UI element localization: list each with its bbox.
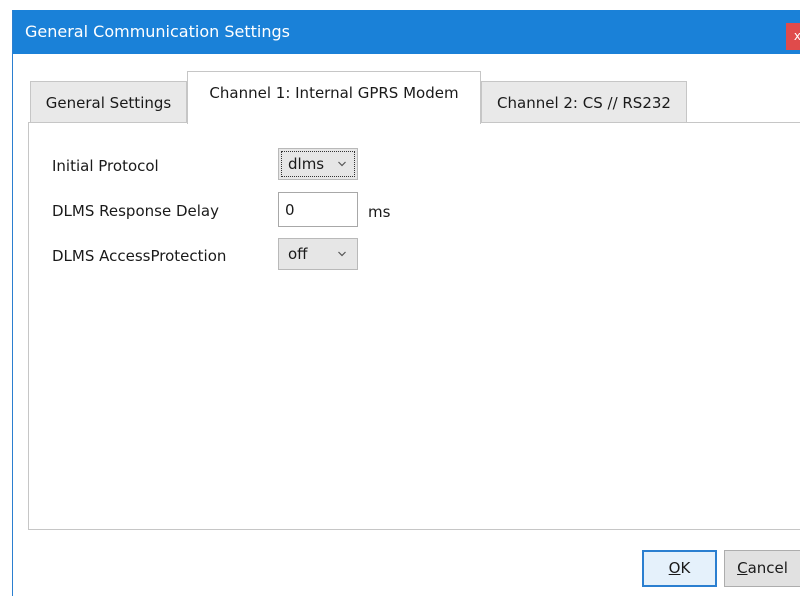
tab-label: General Settings [45, 94, 172, 112]
cancel-accelerator: C [737, 559, 748, 577]
chevron-down-icon [338, 251, 346, 257]
cancel-label: ancel [747, 559, 788, 577]
initial-protocol-label: Initial Protocol [52, 157, 159, 175]
tab-strip: General Settings Channel 1: Internal GPR… [30, 71, 800, 124]
tab-label: Channel 2: CS // RS232 [497, 94, 671, 112]
chevron-down-icon [338, 161, 346, 167]
access-protection-label: DLMS AccessProtection [52, 247, 227, 265]
tab-channel-1[interactable]: Channel 1: Internal GPRS Modem [187, 71, 481, 124]
ok-accelerator: O [668, 559, 681, 577]
tab-general-settings[interactable]: General Settings [30, 81, 187, 123]
ok-label: K [680, 559, 691, 577]
response-delay-unit: ms [368, 203, 391, 221]
tab-panel: Initial Protocol dlms DLMS Response Dela… [28, 122, 800, 530]
close-button[interactable]: x [786, 23, 800, 50]
close-icon: x [793, 29, 800, 43]
initial-protocol-select[interactable]: dlms [278, 148, 358, 180]
dialog-window: General Communication Settings x General… [12, 10, 800, 596]
cancel-button[interactable]: Cancel [724, 550, 800, 587]
initial-protocol-value: dlms [288, 155, 325, 173]
response-delay-label: DLMS Response Delay [52, 202, 219, 220]
tab-label: Channel 1: Internal GPRS Modem [209, 84, 459, 102]
access-protection-select[interactable]: off [278, 238, 358, 270]
window-title: General Communication Settings [25, 22, 290, 41]
response-delay-input[interactable] [278, 192, 358, 227]
ok-button[interactable]: OK [642, 550, 717, 587]
access-protection-value: off [288, 245, 308, 263]
title-bar[interactable]: General Communication Settings x [13, 10, 800, 54]
tab-channel-2[interactable]: Channel 2: CS // RS232 [481, 81, 687, 123]
